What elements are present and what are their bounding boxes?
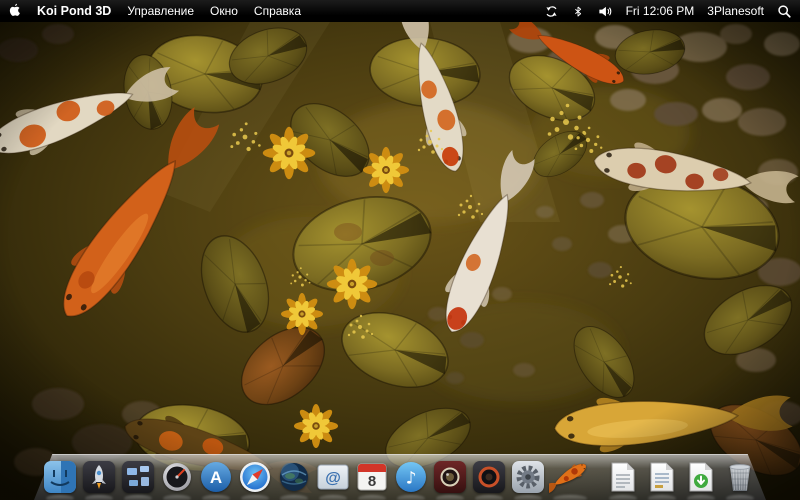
dock-item-document-2[interactable] [644,459,680,495]
rocket-icon [81,459,117,495]
itunes-note-icon: ♪ [393,459,429,495]
menu-item-control[interactable]: Управление [127,4,194,18]
macos-desktop: Koi Pond 3D Управление Окно Справка [0,0,800,500]
sync-icon[interactable] [544,4,559,19]
app-store-icon: A [198,459,234,495]
svg-text:♪: ♪ [406,469,417,489]
svg-text:@: @ [325,470,341,487]
dock-item-network-globe[interactable] [276,459,312,495]
menu-bar: Koi Pond 3D Управление Окно Справка [0,0,800,22]
dock-item-mail[interactable]: @ [315,459,351,495]
dock-item-system-preferences[interactable] [510,459,546,495]
dock-item-koi-pond-3d[interactable] [549,453,591,495]
dock-item-app-store[interactable]: A [198,459,234,495]
vignette-overlay [0,22,800,500]
desktop-wallpaper [0,22,800,500]
globe-icon [276,459,312,495]
gear-icon [510,459,546,495]
dock-item-mission-control[interactable] [120,459,156,495]
mail-stamp-icon: @ [315,459,351,495]
dock-item-dashboard[interactable] [159,459,195,495]
dock-item-itunes[interactable]: ♪ [393,459,429,495]
dock-item-launchpad[interactable] [81,459,117,495]
svg-text:A: A [210,468,222,487]
menu-item-help[interactable]: Справка [254,4,301,18]
dock-item-safari[interactable] [237,459,273,495]
menu-clock[interactable]: Fri 12:06 PM [626,4,695,18]
dock-item-photo-booth[interactable] [432,459,468,495]
dock-item-trash[interactable] [722,459,758,495]
dock-item-calendar[interactable]: 8 [354,459,390,495]
volume-icon[interactable] [597,4,613,19]
apple-menu-icon[interactable] [8,3,21,19]
safari-compass-icon [237,459,273,495]
calendar-icon: 8 [354,459,390,495]
document-icon [644,459,680,495]
document-icon [605,459,641,495]
dock-item-finder[interactable] [42,459,78,495]
bluetooth-icon[interactable] [572,4,584,19]
mission-control-icon [120,459,156,495]
menu-item-window[interactable]: Окно [210,4,238,18]
photos-lens-icon [471,459,507,495]
pond-scene [0,22,800,500]
spotlight-search-icon[interactable] [777,4,792,19]
dock: A [34,448,766,500]
installer-icon [683,459,719,495]
svg-text:8: 8 [368,473,376,490]
dock-item-photos[interactable] [471,459,507,495]
dock-item-document-1[interactable] [605,459,641,495]
dashboard-gauge-icon [159,459,195,495]
trash-icon [722,459,758,495]
koi-app-icon [549,453,591,495]
finder-icon [42,459,78,495]
photo-booth-icon [432,459,468,495]
app-menu-title[interactable]: Koi Pond 3D [37,4,111,18]
vendor-menu-item[interactable]: 3Planesoft [707,4,764,18]
dock-item-installer[interactable] [683,459,719,495]
